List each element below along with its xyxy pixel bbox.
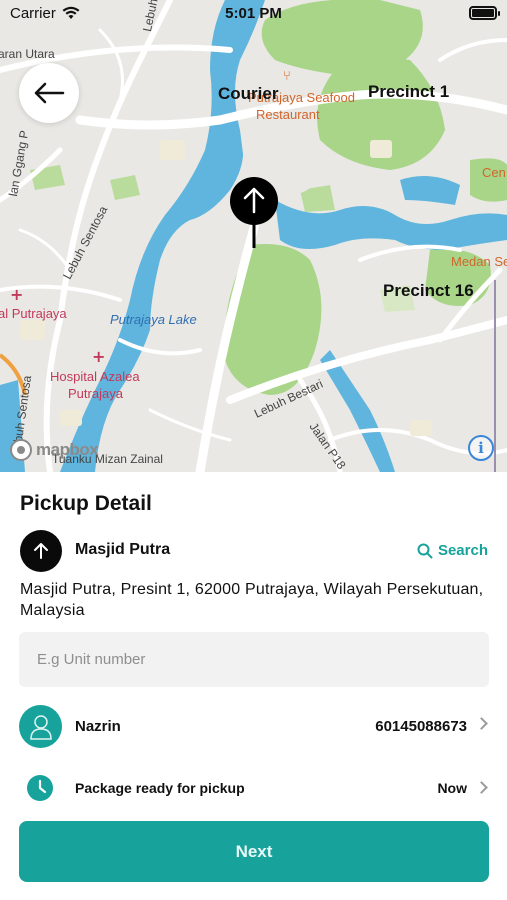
clock-time: 5:01 PM (225, 5, 282, 22)
pickup-ready-label: Package ready for pickup (75, 780, 245, 796)
next-button[interactable]: Next (19, 821, 489, 882)
contact-row[interactable]: Nazrin 60145088673 (19, 705, 489, 749)
map-view[interactable]: + + ⑂ Precinct 1 Precinct 16 Putrajaya L… (0, 0, 507, 472)
avatar (19, 705, 62, 748)
info-icon[interactable]: i (468, 435, 494, 461)
map-label-medan: Medan Se (451, 254, 507, 269)
status-bar: Carrier 5:01 PM (0, 0, 507, 28)
arrow-up-icon (34, 543, 48, 559)
pickup-time-row[interactable]: Package ready for pickup Now (19, 772, 489, 804)
location-badge (20, 530, 62, 572)
back-button[interactable] (19, 63, 79, 123)
map-label-hospital-city: Putrajaya (68, 386, 123, 401)
map-label-utara: aran Utara (0, 47, 55, 61)
map-label-hospital: Hospital Azalea (50, 369, 140, 384)
mapbox-logo-text: mapbox (36, 440, 99, 459)
search-button[interactable]: Search (417, 542, 488, 559)
location-name: Masjid Putra (75, 541, 171, 558)
map-label-putrajaya-left: al Putrajaya (0, 306, 67, 321)
pickup-location-row: Masjid Putra Search (20, 530, 488, 574)
search-icon (417, 543, 433, 558)
chevron-right-icon (475, 717, 488, 730)
pickup-panel: Pickup Detail Masjid Putra Search Masjid… (0, 472, 507, 900)
chevron-right-icon (475, 781, 488, 794)
map-label-precinct-1: Precinct 1 (368, 82, 450, 101)
page-title: Courier (218, 84, 279, 103)
contact-phone: 60145088673 (375, 718, 467, 735)
unit-number-input[interactable] (19, 632, 489, 687)
back-arrow-icon (34, 82, 65, 104)
map-label-cen: Cen (482, 165, 506, 180)
map-label-precinct-16: Precinct 16 (383, 281, 474, 300)
mapbox-logo-icon (10, 439, 32, 461)
svg-text:⑂: ⑂ (283, 69, 291, 84)
user-icon (29, 714, 52, 740)
clock-icon (27, 775, 53, 801)
panel-title: Pickup Detail (20, 492, 152, 515)
clock-hands (38, 779, 47, 794)
contact-name: Nazrin (75, 718, 121, 735)
mapbox-logo: mapbox (10, 439, 99, 461)
search-label: Search (437, 542, 488, 559)
svg-text:+: + (10, 285, 23, 304)
pickup-time-value: Now (437, 780, 467, 796)
pickup-address: Masjid Putra, Presint 1, 62000 Putrajaya… (20, 581, 484, 619)
pin-arrow-up-icon[interactable] (229, 176, 279, 248)
map-label-restaurant: Restaurant (256, 107, 320, 122)
map-label-lake: Putrajaya Lake (110, 312, 197, 327)
battery-icon (469, 6, 500, 20)
svg-text:+: + (92, 347, 105, 366)
